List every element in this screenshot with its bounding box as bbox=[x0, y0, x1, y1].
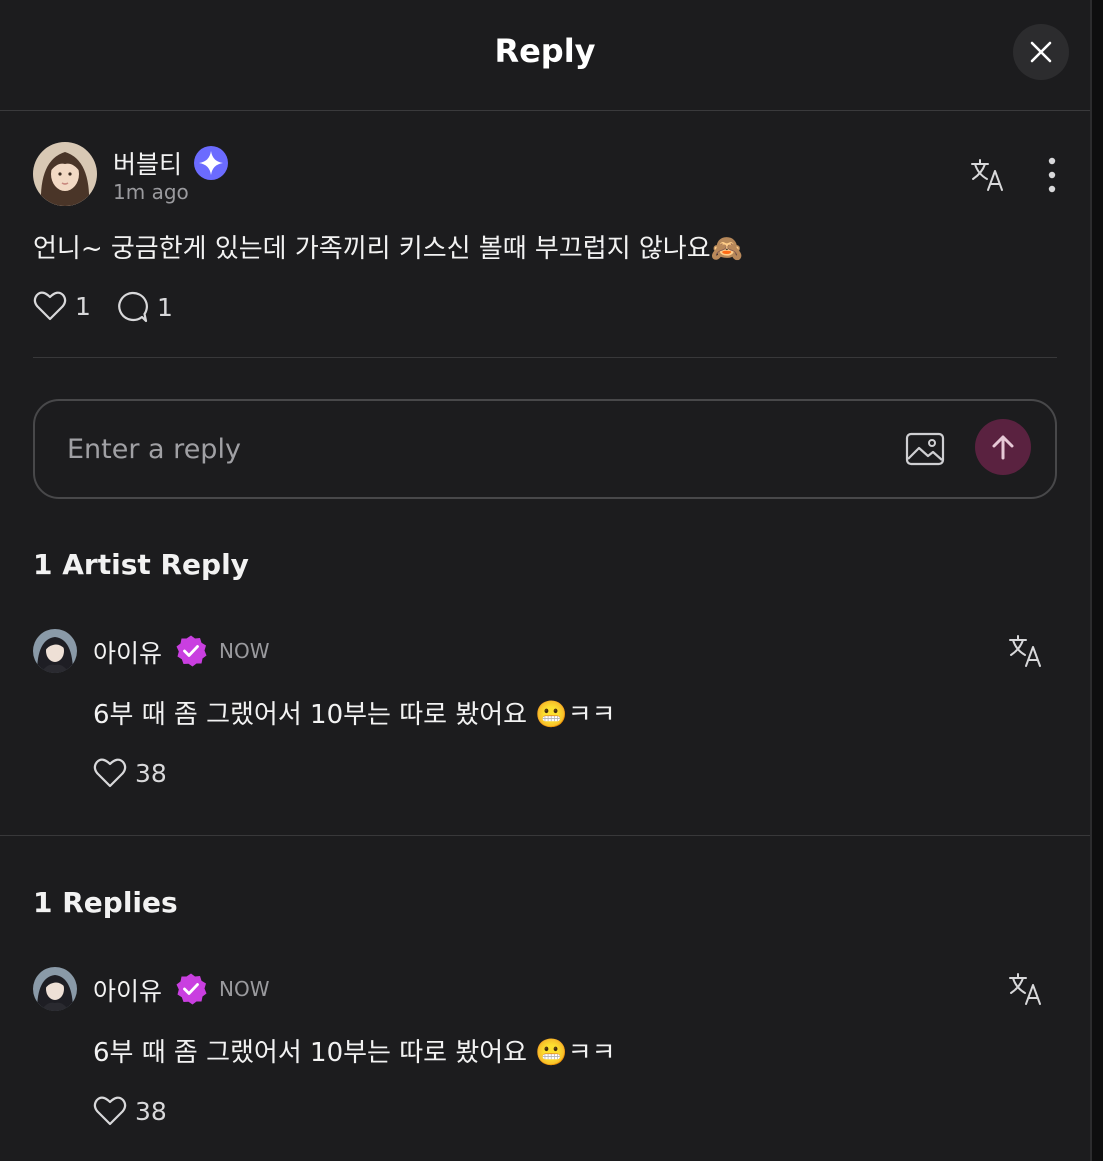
heart-icon bbox=[93, 1096, 127, 1126]
post-comment-count: 1 bbox=[157, 292, 173, 322]
post-author-name[interactable]: 버블티 bbox=[113, 145, 182, 181]
reply-like-button[interactable]: 38 bbox=[93, 1095, 167, 1127]
close-button[interactable] bbox=[1013, 24, 1069, 80]
reply-input-box bbox=[33, 399, 1057, 499]
replies-heading: 1 Replies bbox=[33, 886, 178, 919]
artist-reply-text: 6부 때 좀 그랬어서 10부는 따로 봤어요 😬ㅋㅋ bbox=[93, 700, 616, 730]
artist-reply-author[interactable]: 아이유 bbox=[93, 634, 162, 670]
star-badge-icon bbox=[194, 146, 228, 180]
verified-badge-icon bbox=[176, 973, 207, 1005]
artist-reply-heading: 1 Artist Reply bbox=[33, 548, 249, 581]
close-icon bbox=[1030, 41, 1052, 63]
post-like-button[interactable]: 1 bbox=[33, 290, 91, 322]
reply-like-count: 38 bbox=[135, 1096, 167, 1126]
comment-icon bbox=[118, 291, 148, 323]
translate-icon[interactable] bbox=[1008, 971, 1044, 1007]
artist-reply-like-count: 38 bbox=[135, 758, 167, 788]
heart-icon bbox=[33, 291, 67, 321]
reply-text: 6부 때 좀 그랬어서 10부는 따로 봤어요 😬ㅋㅋ bbox=[93, 1038, 616, 1068]
send-button[interactable] bbox=[975, 419, 1031, 475]
reply-modal: Reply 버블티 1m ago 언니~ 궁금한게 있는데 가족끼리 키스신 볼… bbox=[0, 0, 1090, 1161]
post-author-avatar[interactable] bbox=[33, 142, 97, 206]
translate-icon[interactable] bbox=[970, 157, 1006, 193]
more-vertical-icon[interactable] bbox=[1040, 156, 1064, 194]
reply-timestamp: NOW bbox=[219, 977, 270, 1001]
artist-reply-avatar[interactable] bbox=[33, 629, 77, 673]
heart-icon bbox=[93, 758, 127, 788]
reply-input[interactable] bbox=[67, 429, 767, 469]
arrow-up-icon bbox=[992, 435, 1014, 460]
window-edge bbox=[1090, 0, 1103, 1161]
post-like-count: 1 bbox=[75, 291, 91, 321]
post-timestamp: 1m ago bbox=[113, 180, 189, 204]
artist-reply-like-button[interactable]: 38 bbox=[93, 757, 167, 789]
verified-badge-icon bbox=[176, 635, 207, 667]
translate-icon[interactable] bbox=[1008, 633, 1044, 669]
modal-header: Reply bbox=[0, 0, 1090, 111]
divider bbox=[33, 357, 1057, 358]
post-text: 언니~ 궁금한게 있는데 가족끼리 키스신 볼때 부끄럽지 않나요🙈 bbox=[33, 234, 744, 264]
reply-avatar[interactable] bbox=[33, 967, 77, 1011]
reply-author[interactable]: 아이유 bbox=[93, 972, 162, 1008]
artist-reply-timestamp: NOW bbox=[219, 639, 270, 663]
post-comment-button[interactable]: 1 bbox=[115, 290, 173, 324]
section-divider bbox=[0, 835, 1090, 836]
modal-title: Reply bbox=[494, 32, 596, 70]
image-icon[interactable] bbox=[903, 427, 947, 471]
